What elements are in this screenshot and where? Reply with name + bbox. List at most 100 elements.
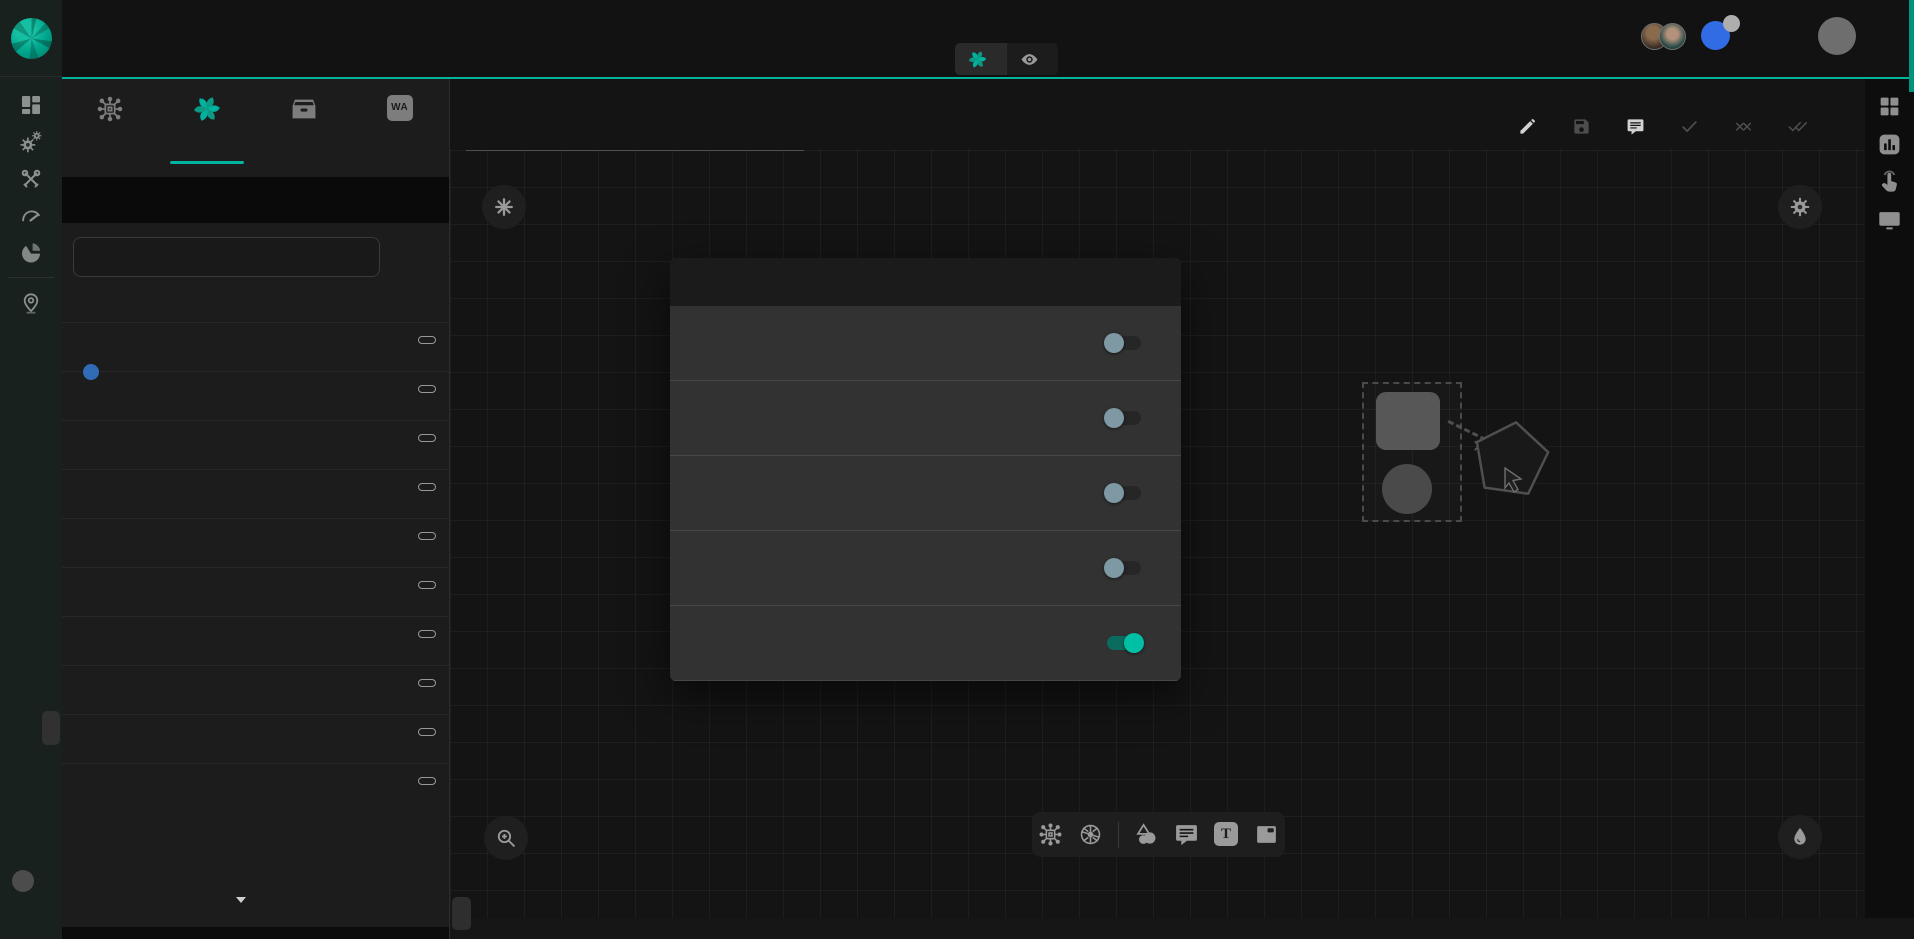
- design-row[interactable]: [62, 518, 449, 567]
- toggle-show-reset-canvas-confirmation[interactable]: [1107, 561, 1141, 575]
- toggle-knob: [1104, 558, 1124, 578]
- app-footer: [450, 918, 1914, 939]
- kubernetes-context-chip[interactable]: [1701, 21, 1731, 51]
- arrange-layout-button[interactable]: [482, 185, 526, 229]
- visibility-badge: [418, 532, 436, 540]
- rail-interaction-icon[interactable]: [1877, 170, 1902, 195]
- notifications-icon[interactable]: [1783, 26, 1803, 46]
- tutorial-squid-node: [1382, 464, 1432, 514]
- option-row: [670, 381, 1181, 456]
- collapse-panel-tab[interactable]: [452, 897, 471, 930]
- mode-tab-visualize[interactable]: [1007, 43, 1058, 75]
- design-row[interactable]: [62, 616, 449, 665]
- option-row: [670, 306, 1181, 381]
- design-row[interactable]: [62, 567, 449, 616]
- kubernetes-tool-icon[interactable]: [1078, 822, 1103, 847]
- sidebar-item-lifecycle[interactable]: [0, 123, 62, 160]
- header-actions: [1641, 17, 1856, 55]
- section-title: [62, 177, 449, 223]
- import-design-icon[interactable]: [390, 245, 413, 268]
- design-row[interactable]: [62, 763, 449, 812]
- search-icon[interactable]: [349, 247, 369, 267]
- kubernetes-icon: [1705, 25, 1726, 46]
- deploy-button: [1788, 117, 1815, 136]
- settings-icon[interactable]: [1746, 25, 1768, 47]
- rail-display-icon[interactable]: [1877, 208, 1902, 233]
- main-sidebar: [0, 0, 62, 939]
- help-button[interactable]: [12, 870, 34, 892]
- design-owner-avatar: [82, 363, 100, 381]
- expand-panel-button[interactable]: [42, 711, 60, 745]
- design-row[interactable]: [62, 420, 449, 469]
- filter-icon[interactable]: [415, 245, 438, 268]
- shapes-tool-icon[interactable]: [1134, 822, 1159, 847]
- visibility-badge: [418, 385, 436, 393]
- collaborator-avatar-2[interactable]: [1659, 23, 1686, 50]
- sidebar-item-extensions[interactable]: [0, 234, 62, 271]
- whirl-tool-button[interactable]: [1778, 815, 1822, 859]
- sidebar-item-dashboard[interactable]: [0, 86, 62, 123]
- layer5-logo-icon: [11, 18, 52, 59]
- toggle-show-tutorial[interactable]: [1107, 486, 1141, 500]
- chevron-down-icon: [236, 897, 246, 903]
- design-row[interactable]: [62, 665, 449, 714]
- profile-avatar[interactable]: [1818, 17, 1856, 55]
- mode-tab-design[interactable]: [955, 43, 1007, 75]
- rail-analytics-icon[interactable]: [1877, 132, 1902, 157]
- top-header: [0, 0, 1914, 77]
- canvas-settings-button[interactable]: [1778, 185, 1822, 229]
- designs-panel: WA: [62, 77, 450, 939]
- tab-designs[interactable]: [159, 79, 256, 177]
- tab-catalog[interactable]: [256, 79, 353, 177]
- page-scrollbar-thumb[interactable]: [1909, 0, 1914, 92]
- design-list: [62, 322, 449, 812]
- rail-widgets-icon[interactable]: [1877, 94, 1902, 119]
- text-tool-icon[interactable]: T: [1214, 822, 1239, 847]
- toggle-snap-to-grid[interactable]: [1107, 336, 1141, 350]
- tune-icon: [686, 270, 710, 294]
- meshmap-app: WA T: [0, 0, 1914, 939]
- brand: [113, 22, 116, 24]
- design-row[interactable]: [62, 371, 449, 420]
- comment-button[interactable]: [1626, 117, 1653, 136]
- toggle-knob: [1104, 408, 1124, 428]
- pencil-icon: [1518, 117, 1537, 136]
- toggle-hide-grid[interactable]: [1107, 411, 1141, 425]
- design-name-input[interactable]: [466, 121, 804, 151]
- design-row[interactable]: [62, 322, 449, 371]
- validate-button: [1680, 117, 1707, 136]
- sidebar-item-meshmap[interactable]: [0, 284, 62, 321]
- tab-components[interactable]: [62, 79, 159, 177]
- context-count-badge: [1723, 15, 1740, 32]
- new-button[interactable]: [1518, 117, 1545, 136]
- visibility-badge: [418, 630, 436, 638]
- design-row[interactable]: [62, 469, 449, 518]
- tab-filters[interactable]: WA: [352, 79, 449, 177]
- check-icon: [1680, 117, 1699, 136]
- comment-tool-icon[interactable]: [1174, 822, 1199, 847]
- components-tool-icon[interactable]: [1038, 822, 1063, 847]
- sidebar-item-performance[interactable]: [0, 197, 62, 234]
- dcheck-icon: [1788, 117, 1807, 136]
- options-modal-header[interactable]: [670, 258, 1181, 306]
- nav-divider: [8, 277, 54, 278]
- design-row[interactable]: [62, 714, 449, 763]
- toggle-enable-whiteboard[interactable]: [1107, 636, 1141, 650]
- comment-icon: [1626, 117, 1645, 136]
- dcross-icon: [1734, 117, 1753, 136]
- sidebar-item-configuration[interactable]: [0, 160, 62, 197]
- search-input[interactable]: [88, 249, 349, 266]
- lifecycle-icon: [19, 130, 43, 154]
- gear-icon: [1789, 196, 1811, 218]
- logo-cell[interactable]: [0, 0, 62, 77]
- dock-divider: [1118, 822, 1119, 848]
- zoom-button[interactable]: [484, 816, 528, 860]
- dashboard-icon: [19, 93, 43, 117]
- person-icon: [1824, 23, 1850, 49]
- visibility-badge: [418, 728, 436, 736]
- toggle-knob: [1104, 483, 1124, 503]
- pin-icon: [19, 291, 43, 315]
- page-size-select[interactable]: [230, 897, 246, 903]
- media-tool-icon[interactable]: [1254, 822, 1279, 847]
- visibility-badge: [418, 679, 436, 687]
